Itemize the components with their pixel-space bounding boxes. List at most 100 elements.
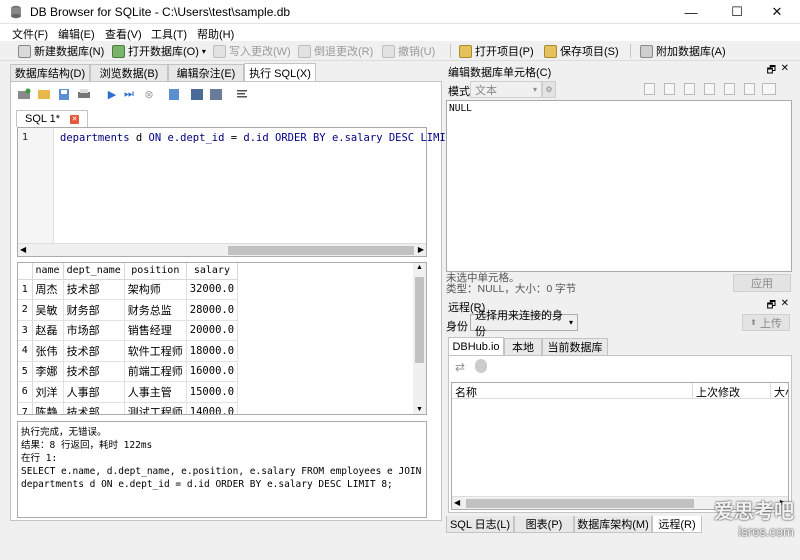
stop-execution-icon[interactable]: ⊗ (141, 86, 157, 102)
results-vertical-scrollbar[interactable]: ▲ ▼ (413, 263, 426, 414)
table-cell[interactable]: 周杰 (32, 279, 64, 300)
table-cell[interactable]: 人事部 (63, 381, 125, 403)
table-cell[interactable]: 刘洋 (32, 381, 64, 403)
table-row[interactable]: 3 赵磊 市场部 销售经理 20000.0 (18, 320, 239, 341)
tab-browse-data[interactable]: 浏览数据(B) (90, 64, 168, 81)
scroll-down-icon[interactable]: ▼ (416, 406, 423, 413)
table-cell[interactable]: 测试工程师 (124, 402, 187, 414)
table-cell[interactable]: 15000.0 (186, 381, 239, 403)
print-icon[interactable] (76, 86, 92, 102)
close-tab-icon[interactable]: ✕ (70, 114, 80, 124)
table-row[interactable]: 2 吴敏 财务部 财务总监 28000.0 (18, 299, 239, 321)
execute-line-icon[interactable]: ⏭ (121, 86, 137, 102)
row-header[interactable]: 4 (18, 340, 33, 362)
column-header[interactable]: position (124, 263, 187, 280)
close-button[interactable]: ✕ (754, 0, 800, 24)
save-sql-file-icon[interactable] (56, 86, 72, 102)
cell-print-preview-icon[interactable] (762, 83, 776, 95)
attach-database-button[interactable]: 附加数据库(A) (640, 42, 726, 60)
table-cell[interactable]: 28000.0 (186, 299, 239, 321)
table-cell[interactable]: 财务部 (63, 299, 125, 321)
table-cell[interactable]: 市场部 (63, 320, 125, 341)
save-project-button[interactable]: 保存项目(S) (544, 42, 619, 60)
open-tab-icon[interactable] (16, 86, 32, 102)
scroll-left-icon[interactable]: ◀ (20, 245, 26, 254)
table-cell[interactable]: 20000.0 (186, 320, 239, 341)
table-cell[interactable]: 前端工程师 (124, 361, 187, 382)
open-project-button[interactable]: 打开项目(P) (459, 42, 534, 60)
set-null-icon[interactable] (724, 83, 735, 95)
table-cell[interactable]: 软件工程师 (124, 340, 187, 362)
table-cell[interactable]: 16000.0 (186, 361, 239, 382)
table-cell[interactable]: 技术部 (63, 340, 125, 362)
row-header[interactable]: 6 (18, 381, 33, 403)
execute-all-icon[interactable]: ▶ (104, 86, 120, 102)
sql-editor-tab[interactable]: SQL 1* ✕ (16, 110, 88, 127)
save-results-icon[interactable] (166, 86, 182, 102)
row-header[interactable]: 5 (18, 361, 33, 382)
new-database-button[interactable]: 新建数据库(N) (18, 42, 104, 60)
tab-plot[interactable]: 图表(P) (514, 516, 574, 533)
column-header[interactable]: salary (186, 263, 239, 280)
table-cell[interactable]: 销售经理 (124, 320, 187, 341)
results-scroll-thumb[interactable] (415, 277, 424, 363)
table-cell[interactable]: 张伟 (32, 340, 64, 362)
scroll-right-icon[interactable]: ▶ (418, 245, 424, 254)
dock-close-icon[interactable]: ✕ (781, 298, 789, 309)
tab-sql-log[interactable]: SQL 日志(L) (446, 516, 514, 533)
table-cell[interactable]: 吴敏 (32, 299, 64, 321)
table-cell[interactable]: 技术部 (63, 402, 125, 414)
dropdown-arrow-icon[interactable]: ▾ (202, 47, 206, 56)
tab-local[interactable]: 本地 (504, 338, 542, 355)
table-row[interactable]: 1 周杰 技术部 架构师 32000.0 (18, 279, 239, 300)
undo-button[interactable]: 撤销(U) (382, 42, 435, 60)
table-cell[interactable]: 18000.0 (186, 340, 239, 362)
revert-changes-button[interactable]: 倒退更改(R) (298, 42, 373, 60)
apply-button[interactable]: 应用 (733, 274, 791, 292)
find-icon[interactable] (189, 86, 205, 102)
open-database-button[interactable]: 打开数据库(O) ▾ (112, 42, 206, 60)
auto-switch-mode-button[interactable]: ⚙ (542, 81, 556, 98)
export-icon[interactable] (704, 83, 715, 95)
scroll-left-icon[interactable]: ◀ (454, 498, 460, 507)
table-cell[interactable]: 技术部 (63, 279, 125, 300)
table-row[interactable]: 5 李娜 技术部 前端工程师 16000.0 (18, 361, 239, 382)
column-header-name[interactable]: 名称 (455, 384, 477, 400)
tab-dbhub[interactable]: DBHub.io (448, 337, 504, 355)
menu-edit[interactable]: 编辑(E) (58, 26, 95, 42)
upload-button[interactable]: ⬆ 上传 (742, 314, 790, 331)
write-changes-button[interactable]: 写入更改(W) (213, 42, 291, 60)
menu-tools[interactable]: 工具(T) (151, 26, 187, 42)
table-cell[interactable]: 赵磊 (32, 320, 64, 341)
dock-float-icon[interactable]: 🗗 (767, 298, 776, 315)
remote-scroll-thumb[interactable] (466, 499, 694, 508)
comment-toggle-icon[interactable] (234, 86, 250, 102)
table-row[interactable]: 4 张伟 技术部 软件工程师 18000.0 (18, 340, 239, 362)
find-replace-icon[interactable] (208, 86, 224, 102)
table-row[interactable]: 7 陈静 技术部 测试工程师 14000.0 (18, 402, 239, 414)
editor-horizontal-scrollbar[interactable]: ◀ ▶ (18, 243, 426, 256)
row-header[interactable]: 1 (18, 279, 33, 300)
table-cell[interactable]: 技术部 (63, 361, 125, 382)
import-icon[interactable] (684, 83, 695, 95)
sql-editor[interactable]: 1 departments d ON e.dept_id = d.id ORDE… (17, 127, 471, 257)
menu-file[interactable]: 文件(F) (12, 26, 48, 42)
editor-scroll-thumb[interactable] (228, 246, 414, 255)
column-header-last-modified[interactable]: 上次修改 (696, 384, 740, 400)
tab-remote[interactable]: 远程(R) (652, 516, 702, 533)
refresh-icon[interactable]: ⇄ (455, 360, 465, 374)
column-header-size[interactable]: 大小 (774, 384, 788, 400)
tab-execute-sql[interactable]: 执行 SQL(X) (244, 63, 316, 81)
table-cell[interactable]: 人事主管 (124, 381, 187, 403)
menu-help[interactable]: 帮助(H) (197, 26, 234, 42)
table-row[interactable]: 6 刘洋 人事部 人事主管 15000.0 (18, 381, 239, 403)
column-header[interactable]: name (32, 263, 64, 280)
tab-edit-pragmas[interactable]: 编辑杂注(E) (168, 64, 244, 81)
row-header[interactable]: 7 (18, 402, 33, 414)
table-cell[interactable]: 14000.0 (186, 402, 239, 414)
table-cell[interactable]: 陈静 (32, 402, 64, 414)
table-cell[interactable]: 李娜 (32, 361, 64, 382)
cell-editor[interactable]: NULL (446, 100, 792, 272)
corner-header[interactable] (18, 263, 33, 280)
tab-db-schema[interactable]: 数据库架构(M) (574, 516, 652, 533)
